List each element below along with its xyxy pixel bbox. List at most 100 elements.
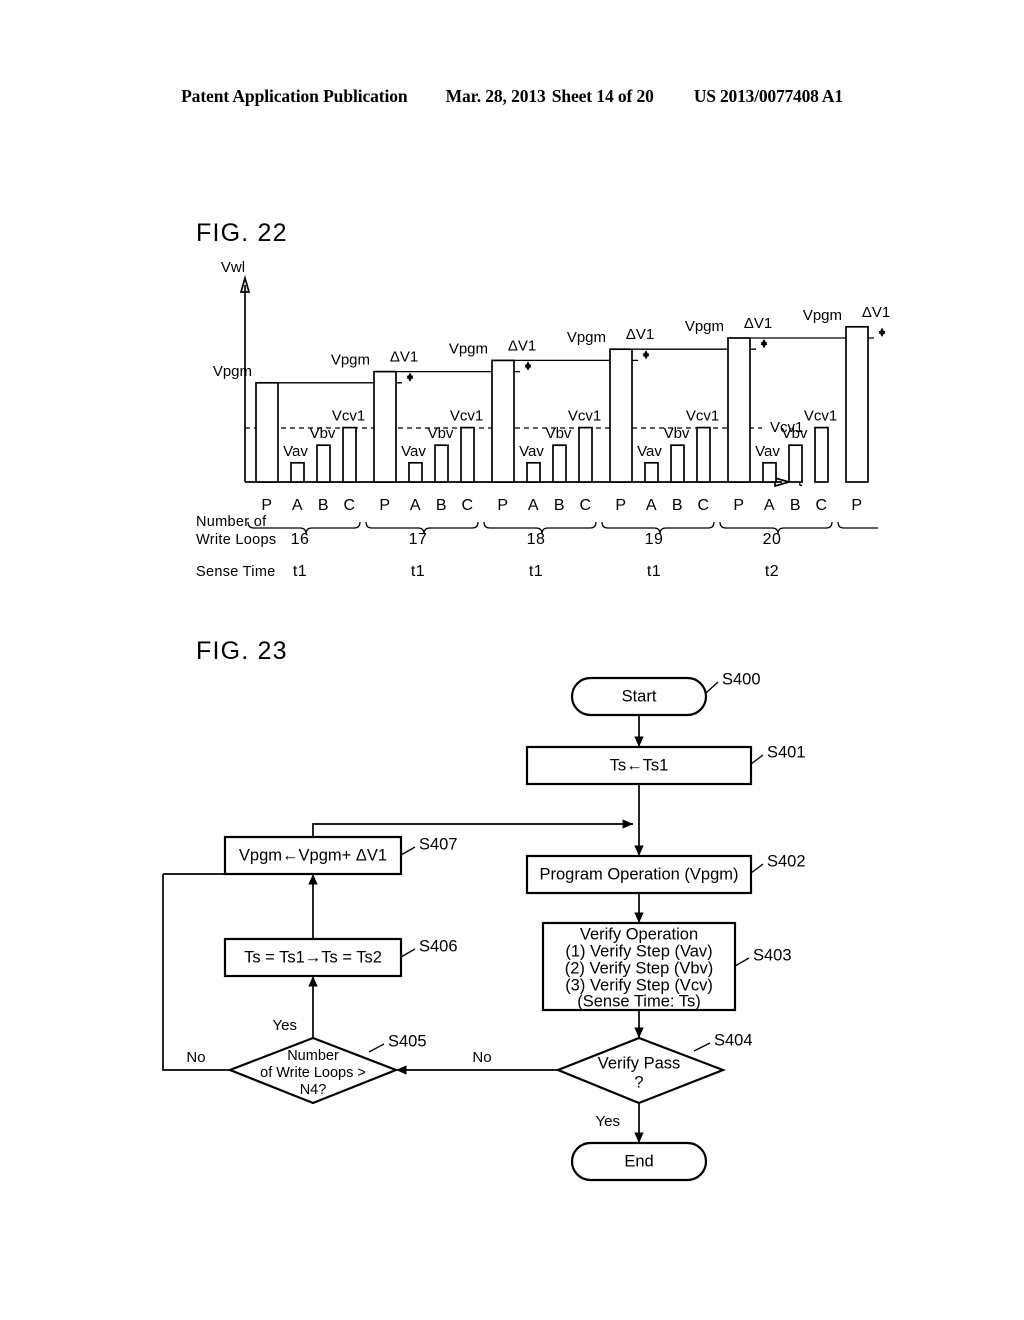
sense-time-value: t1 <box>647 563 661 580</box>
vpgm-label: Vpgm <box>331 352 370 369</box>
write-loop-number: 19 <box>645 531 664 548</box>
voltage-pulse-A <box>762 461 777 483</box>
voltage-pulse-A <box>644 461 659 483</box>
y-axis-label: Vwl <box>221 259 245 276</box>
edge-s407-to-trunk <box>312 819 633 837</box>
step-tag-s403: S403 <box>753 946 792 964</box>
vcv1-label: Vcv1 <box>804 408 837 425</box>
s405-label-line2: of Write Loops > <box>260 1065 366 1081</box>
step-tag-s407: S407 <box>419 835 458 853</box>
write-loop-number: 16 <box>291 531 310 548</box>
s403-line-3: (2) Verify Step (Vbv) <box>565 959 714 977</box>
phase-letter: P <box>379 497 390 514</box>
voltage-pulse-C <box>814 426 829 483</box>
s403-line-5: (Sense Time: Ts) <box>577 992 700 1010</box>
voltage-pulse-A <box>526 461 541 483</box>
figure-23-flowchart: Start S400 Ts←Ts1 S401 Program Operation… <box>162 670 806 1182</box>
voltage-pulse-B <box>316 444 331 483</box>
flow-node-s406[interactable]: Ts = Ts1→Ts = Ts2 S406 <box>223 937 458 978</box>
delta-v1-label: ΔV1 <box>626 326 654 343</box>
phase-letter: P <box>497 497 508 514</box>
figure-22-drawing: Vwl t Vcv1 VpgmΔV1VpgmΔV1VpgmΔV1VpgmΔV1V… <box>196 259 890 580</box>
phase-letter: B <box>318 497 329 514</box>
step-tag-s401: S401 <box>767 743 806 761</box>
step-tag-s400: S400 <box>722 670 761 688</box>
phase-letter: C <box>697 497 709 514</box>
write-loop-number: 20 <box>763 531 782 548</box>
header-patent-number: US 2013/0077408 A1 <box>693 86 843 106</box>
flow-node-s404[interactable]: Verify Pass ? S404 <box>555 1031 753 1105</box>
s403-line-2: (1) Verify Step (Vav) <box>565 942 712 960</box>
vav-label: Vav <box>519 443 544 460</box>
phase-letter: C <box>461 497 473 514</box>
flow-node-end[interactable]: End <box>570 1141 708 1182</box>
loops-heading-line2: Write Loops <box>196 532 276 548</box>
vav-label: Vav <box>755 443 780 460</box>
fig22-phase-row: PABCPABCPABCPABCPABCP <box>261 497 862 514</box>
voltage-pulse-P <box>255 381 279 483</box>
voltage-pulse-A <box>290 461 305 483</box>
step-tag-s404: S404 <box>714 1031 753 1049</box>
phase-letter: A <box>646 497 657 514</box>
s403-line-1: Verify Operation <box>580 925 698 943</box>
vbv-label: Vbv <box>546 425 572 442</box>
edge-label-loops-yes: Yes <box>273 1017 297 1034</box>
s404-label-line1: Verify Pass <box>598 1054 681 1072</box>
step-tag-s406: S406 <box>419 937 458 955</box>
vpgm-label: Vpgm <box>803 307 842 324</box>
step-tag-s405: S405 <box>388 1032 427 1050</box>
phase-letter: C <box>343 497 355 514</box>
phase-letter: C <box>815 497 827 514</box>
voltage-pulse-B <box>670 444 685 483</box>
vpgm-label: Vpgm <box>685 318 724 335</box>
vpgm-label: Vpgm <box>449 340 488 357</box>
voltage-pulse-P <box>373 370 397 483</box>
sense-time-value: t1 <box>411 563 425 580</box>
voltage-pulse-B <box>552 444 567 483</box>
voltage-pulse-P <box>491 359 515 483</box>
step-tag-s402: S402 <box>767 852 806 870</box>
vpgm-label: Vpgm <box>567 329 606 346</box>
vcv1-label: Vcv1 <box>686 408 719 425</box>
phase-letter: P <box>851 497 862 514</box>
sense-time-heading: Sense Time <box>196 564 276 580</box>
edge-label-loops-no: No <box>186 1049 205 1066</box>
edge-label-verify-no: No <box>472 1049 491 1066</box>
phase-letter: A <box>528 497 539 514</box>
delta-v1-label: ΔV1 <box>862 304 890 321</box>
loop-brace-trailing <box>837 521 878 529</box>
phase-letter: B <box>554 497 565 514</box>
delta-v1-label: ΔV1 <box>744 315 772 332</box>
edge-s405-no-rail <box>162 874 230 1071</box>
flow-node-s405[interactable]: Number of Write Loops > N4? S405 <box>226 1032 427 1105</box>
delta-v1-arrowhead-down <box>642 353 650 360</box>
phase-letter: C <box>579 497 591 514</box>
s401-label: Ts←Ts1 <box>610 756 669 774</box>
vpgm-label: Vpgm <box>213 363 252 380</box>
voltage-pulse-P <box>727 337 751 483</box>
phase-letter: B <box>672 497 683 514</box>
voltage-pulse-B <box>788 444 803 483</box>
voltage-pulse-C <box>460 426 475 483</box>
delta-v1-label: ΔV1 <box>390 349 418 366</box>
vcv1-label: Vcv1 <box>568 408 601 425</box>
sense-time-value: t1 <box>293 563 307 580</box>
delta-v1-label: ΔV1 <box>508 337 536 354</box>
phase-letter: B <box>790 497 801 514</box>
end-label: End <box>624 1152 653 1170</box>
flow-node-s402[interactable]: Program Operation (Vpgm) S402 <box>525 852 806 895</box>
header-date: Mar. 28, 2013 <box>445 86 546 106</box>
delta-v1-arrowhead-down <box>760 342 768 349</box>
delta-v1-arrowhead-down <box>524 364 532 371</box>
vav-label: Vav <box>401 443 426 460</box>
loops-heading-line1: Number of <box>196 514 267 530</box>
flow-node-s403[interactable]: Verify Operation (1) Verify Step (Vav) (… <box>541 921 792 1012</box>
voltage-pulse-A <box>408 461 423 483</box>
flow-node-start[interactable]: Start S400 <box>570 670 761 717</box>
delta-v1-arrowhead-down <box>406 375 414 382</box>
flow-node-s401[interactable]: Ts←Ts1 S401 <box>525 743 806 786</box>
fig22-loop-row: 16 17 18 19 20 <box>291 531 782 548</box>
flow-node-s407[interactable]: Vpgm←Vpgm+ ΔV1 S407 <box>223 835 458 876</box>
s406-label: Ts = Ts1→Ts = Ts2 <box>244 948 382 966</box>
fig22-sense-row: t1 t1 t1 t1 t2 <box>293 563 779 580</box>
